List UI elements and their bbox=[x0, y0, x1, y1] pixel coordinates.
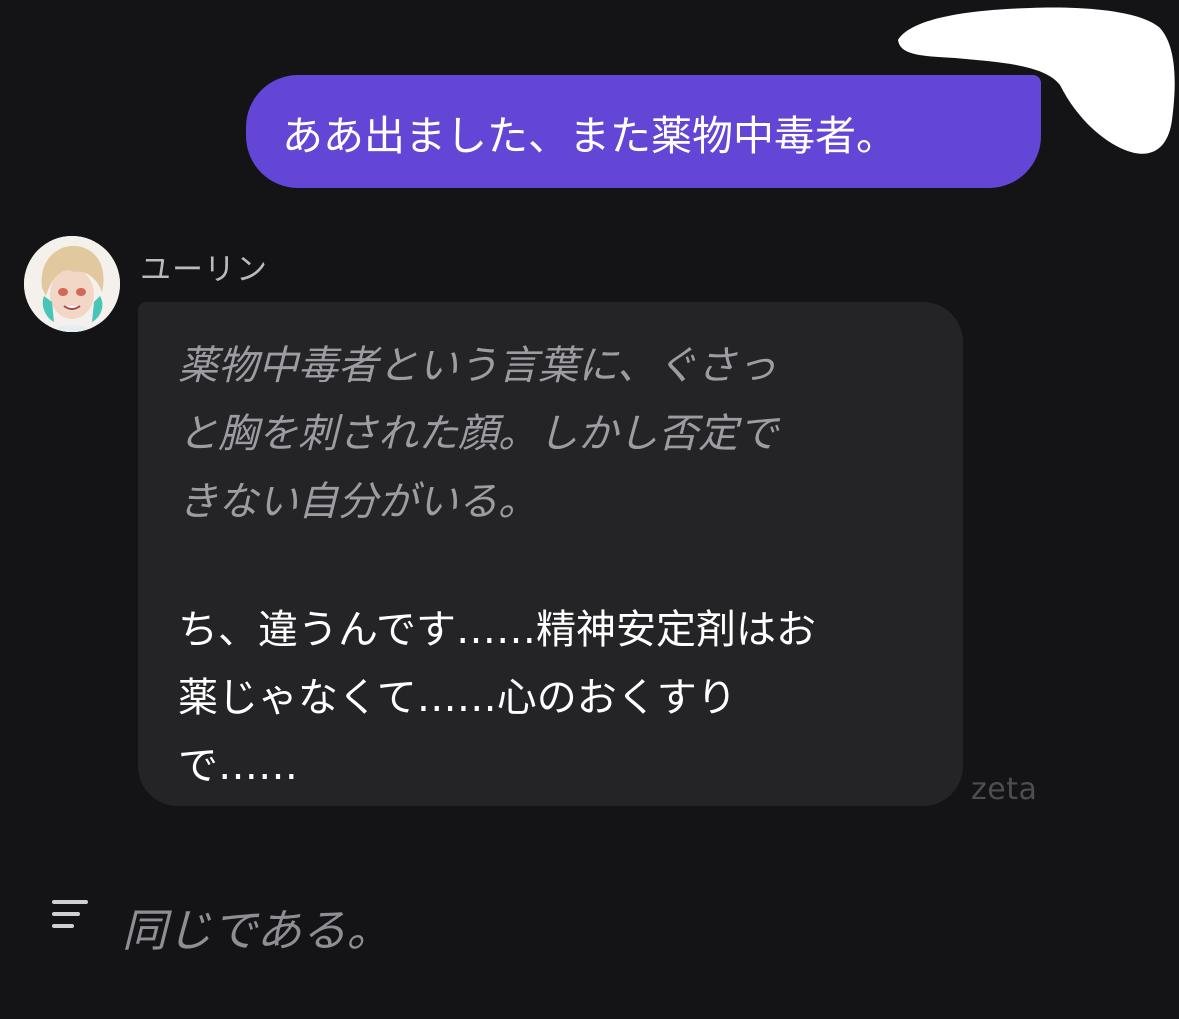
dialogue-line: で…… bbox=[178, 743, 298, 789]
dialogue-line: 薬じゃなくて……心のおくすり bbox=[178, 675, 737, 721]
character-message-bubble: 薬物中毒者という言葉に、ぐさっ と胸を刺された顔。しかし否定で きない自分がいる… bbox=[138, 302, 963, 806]
brand-watermark: zeta bbox=[971, 772, 1038, 807]
menu-lines-icon[interactable] bbox=[52, 900, 92, 930]
dialogue-text: ち、違うんです……精神安定剤はお 薬じゃなくて……心のおくすり で…… bbox=[178, 596, 923, 800]
user-message-bubble: ああ出ました、また薬物中毒者。 bbox=[246, 75, 1041, 188]
footer-narration-text[interactable]: 同じである。 bbox=[122, 894, 392, 959]
dialogue-line: ち、違うんです……精神安定剤はお bbox=[178, 607, 816, 653]
narration-text: 薬物中毒者という言葉に、ぐさっ と胸を刺された顔。しかし否定で きない自分がいる… bbox=[178, 332, 923, 536]
character-avatar[interactable] bbox=[24, 236, 120, 332]
narration-line: と胸を刺された顔。しかし否定で bbox=[178, 411, 778, 457]
narration-line: きない自分がいる。 bbox=[178, 479, 538, 525]
character-name: ユーリン bbox=[140, 252, 268, 288]
narration-line: 薬物中毒者という言葉に、ぐさっ bbox=[178, 343, 777, 389]
user-message-text: ああ出ました、また薬物中毒者。 bbox=[282, 111, 897, 160]
